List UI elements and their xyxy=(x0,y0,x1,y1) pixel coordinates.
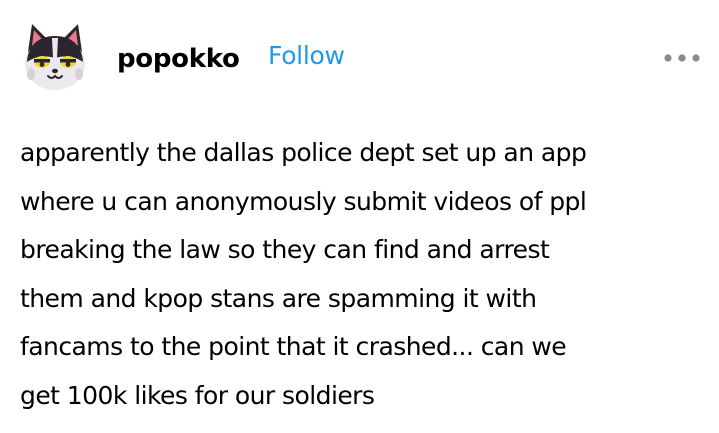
post-header: popokko Follow xyxy=(0,0,719,115)
post-text-line: breaking the law so they can find and ar… xyxy=(20,235,550,264)
more-options-button[interactable] xyxy=(659,46,705,70)
more-dots-icon xyxy=(664,54,700,62)
post-body: apparently the dallas police dept set up… xyxy=(20,129,710,420)
follow-button[interactable]: Follow xyxy=(268,39,345,73)
post-text-line: them and kpop stans are spamming it with xyxy=(20,283,537,313)
avatar[interactable] xyxy=(22,22,88,92)
cat-avatar-icon xyxy=(25,24,85,90)
post-text-line: get 100k likes for our soldiers xyxy=(20,380,375,410)
post-text-line: fancams to the point that it crashed... … xyxy=(20,332,567,361)
author-username[interactable]: popokko xyxy=(117,42,240,76)
post-text-line: apparently the dallas police dept set up… xyxy=(20,138,587,167)
post-text-line: where u can anonymously submit videos of… xyxy=(20,186,587,216)
